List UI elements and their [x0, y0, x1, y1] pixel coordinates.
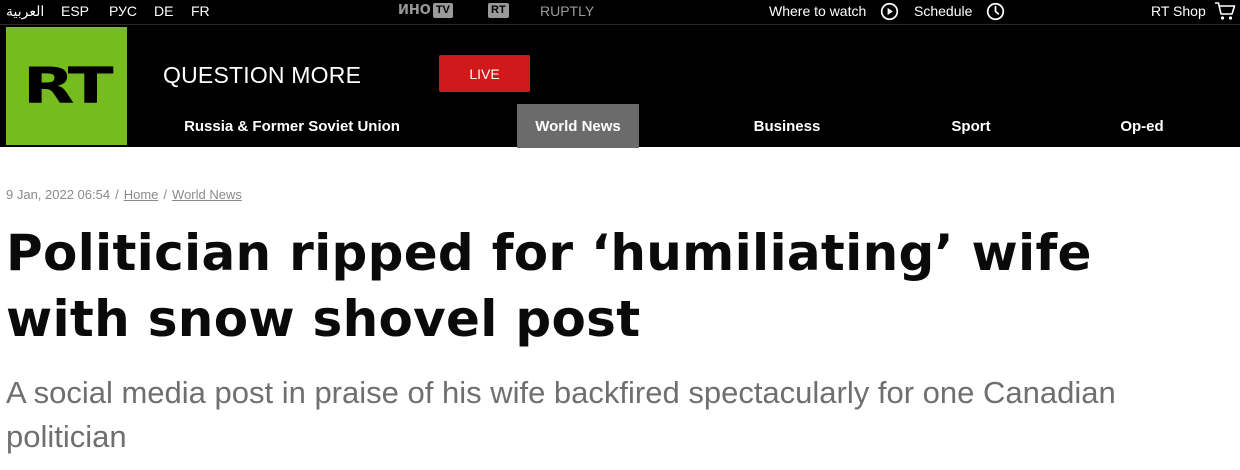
rt-logo-text: RT	[23, 57, 114, 115]
rt-shop-link[interactable]: RT Shop	[1151, 3, 1206, 19]
nav-business[interactable]: Business	[726, 104, 848, 148]
cart-icon[interactable]	[1214, 1, 1236, 21]
article-title: Politician ripped for ‘humiliating’ wife…	[6, 224, 1092, 348]
play-circle-icon[interactable]	[880, 2, 899, 21]
nav-op-ed[interactable]: Op-ed	[1081, 104, 1203, 148]
site-header: RT QUESTION MORE LIVE Russia & Former So…	[0, 24, 1240, 148]
publish-date: 9 Jan, 2022 06:54	[6, 187, 111, 202]
live-button[interactable]: LIVE	[439, 55, 530, 92]
lang-link-esp[interactable]: ESP	[61, 3, 89, 19]
breadcrumb-world-news[interactable]: World News	[172, 187, 242, 202]
ino-tv-box: TV	[432, 3, 453, 18]
article-summary: A social media post in praise of his wif…	[6, 375, 1116, 454]
article-meta: 9 Jan, 2022 06:54 / Home / World News	[6, 187, 242, 202]
schedule-link[interactable]: Schedule	[914, 3, 972, 19]
nav-world-news[interactable]: World News	[517, 104, 639, 148]
ino-text: ИНО	[398, 3, 431, 18]
breadcrumb-home[interactable]: Home	[124, 187, 159, 202]
ino-tv-logo[interactable]: ИНО TV	[398, 2, 453, 19]
rt-doc-logo[interactable]: RT	[486, 2, 509, 19]
lang-link-de[interactable]: DE	[154, 3, 173, 19]
clock-icon[interactable]	[986, 2, 1005, 21]
rt-logo[interactable]: RT	[6, 27, 127, 145]
where-to-watch-link[interactable]: Where to watch	[769, 3, 866, 19]
nav-russia-former-soviet-union[interactable]: Russia & Former Soviet Union	[163, 104, 421, 148]
tagline: QUESTION MORE	[163, 62, 362, 88]
lang-link-arabic[interactable]: العربية	[6, 3, 44, 20]
rt-doc-box: RT	[488, 3, 509, 18]
breadcrumb-separator: /	[163, 187, 168, 202]
nav-sport[interactable]: Sport	[910, 104, 1032, 148]
lang-link-fr[interactable]: FR	[191, 3, 210, 19]
lang-link-rus[interactable]: РУС	[109, 3, 137, 19]
top-utility-bar: العربية ESP РУС DE FR ИНО TV RT RUPTLY W…	[0, 0, 1240, 24]
breadcrumb-separator: /	[115, 187, 119, 202]
ruptly-link[interactable]: RUPTLY	[540, 3, 594, 19]
